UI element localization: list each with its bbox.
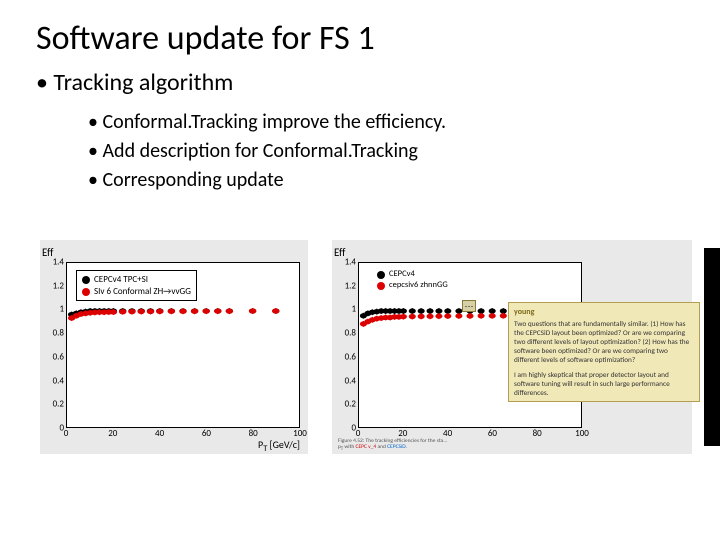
bullet-level2-list: Conformal.Tracking improve the efficienc…: [88, 108, 446, 195]
bullet-item: Conformal.Tracking improve the efficienc…: [88, 108, 446, 137]
x-axis-label: PT [GeV/c]: [258, 438, 300, 454]
comment-pin-icon[interactable]: ⋯: [462, 300, 476, 312]
chart-legend: CEPCv4 TPC+SI SIv 6 Conformal ZH→vvGG: [76, 270, 197, 301]
legend-entry: cepcsiv6 zhnnGG: [377, 280, 448, 291]
legend-swatch-black: [377, 271, 385, 279]
legend-entry: CEPCv4 TPC+SI: [82, 274, 191, 286]
review-comment[interactable]: young Two questions that are fundamental…: [508, 302, 700, 402]
legend-swatch-red: [82, 288, 90, 296]
comment-body: Two questions that are fundamentally sim…: [514, 319, 694, 365]
y-ticks: 00.20.40.60.811.21.4: [338, 262, 358, 428]
comment-body: I am highly skeptical that proper detect…: [514, 370, 694, 397]
chart-row: Eff 00.20.40.60.811.21.4 020406080100 PT…: [40, 240, 692, 454]
efficiency-chart-2: Eff 00.20.40.60.811.21.4 020406080100 CE…: [332, 240, 692, 454]
bullet-item: Corresponding update: [88, 166, 446, 195]
legend-swatch-red: [377, 282, 385, 290]
slide: Software update for FS 1 Tracking algori…: [0, 0, 720, 540]
legend-swatch-black: [82, 276, 90, 284]
slide-title: Software update for FS 1: [36, 18, 375, 59]
y-ticks: 00.20.40.60.811.21.4: [46, 262, 66, 428]
comment-author: young: [514, 307, 694, 317]
legend-entry: SIv 6 Conformal ZH→vvGG: [82, 286, 191, 298]
bullet-item: Add description for Conformal.Tracking: [88, 137, 446, 166]
legend-entry: CEPCv4: [377, 269, 448, 280]
efficiency-chart-1: Eff 00.20.40.60.811.21.4 020406080100 PT…: [40, 240, 308, 454]
bullet-level1: Tracking algorithm: [36, 68, 233, 97]
figure-caption: Figure 4.52: The tracking efficiencies f…: [338, 438, 447, 452]
slide-edge-bar: [704, 248, 720, 446]
chart-legend: CEPCv4 cepcsiv6 zhnnGG: [372, 266, 453, 294]
